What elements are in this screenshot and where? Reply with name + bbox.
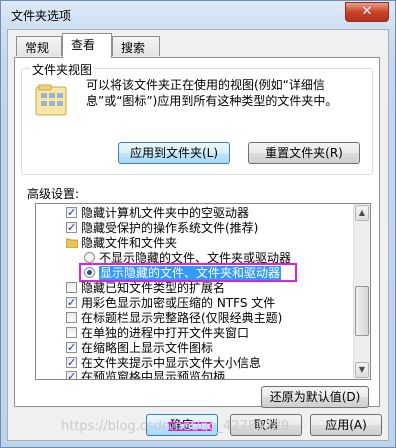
list-item-label: 在单独的进程中打开文件夹窗口 <box>81 326 250 340</box>
window-title: 文件夹选项 <box>11 9 72 23</box>
list-item-label: 用彩色显示加密或压缩的 NTFS 文件 <box>81 296 276 310</box>
checkbox[interactable] <box>66 340 77 355</box>
scroll-down-icon[interactable]: ▼ <box>355 362 369 378</box>
list-item-label: 在文件夹提示中显示文件大小信息 <box>81 356 262 370</box>
apply-button[interactable]: 应用(A) <box>310 414 382 436</box>
checkbox[interactable] <box>66 205 77 220</box>
folder-icon <box>66 238 78 248</box>
watermark-text: https://blog.csdn.net/qq_42780289 <box>61 419 290 434</box>
checkbox[interactable] <box>66 220 77 235</box>
list-item-label: 在预览窗格中显示预览句柄 <box>81 370 226 380</box>
view-tab-panel: 文件夹视图 可以将该文件夹正在使用的视图(例如“详细信息”或“图标”)应用到所有… <box>14 57 380 408</box>
restore-defaults-button[interactable]: 还原为默认值(D) <box>261 386 369 408</box>
list-item-label: 隐藏文件和文件夹 <box>81 236 178 250</box>
checkbox[interactable] <box>66 282 77 293</box>
checkbox[interactable] <box>66 355 77 370</box>
folder-views-group: 文件夹视图 可以将该文件夹正在使用的视图(例如“详细信息”或“图标”)应用到所有… <box>21 61 373 175</box>
folder-view-icon <box>35 84 67 116</box>
folder-options-window: 文件夹选项 ✕ 常规 查看 搜索 文件夹视图 可以将该文件夹正在使用的视图(例如… <box>0 0 396 448</box>
checkbox[interactable] <box>66 312 77 323</box>
close-button[interactable]: ✕ <box>345 2 389 22</box>
scroll-up-icon[interactable]: ▲ <box>355 205 369 221</box>
apply-to-folders-button[interactable]: 应用到文件夹(L) <box>118 142 230 164</box>
radio-button[interactable] <box>84 252 95 263</box>
annotation-highlight-box <box>79 263 297 282</box>
folder-views-description: 可以将该文件夹正在使用的视图(例如“详细信息”或“图标”)应用到所有这种类型的文… <box>86 78 338 108</box>
list-item-label: 隐藏已知文件类型的扩展名 <box>81 281 226 295</box>
scrollbar-thumb[interactable] <box>355 286 369 336</box>
checkbox[interactable] <box>66 369 77 379</box>
list-item-label: 在缩略图上显示文件图标 <box>81 341 214 355</box>
advanced-settings-label: 高级设置: <box>27 187 80 201</box>
checkbox[interactable] <box>66 295 77 310</box>
tab-general[interactable]: 常规 <box>16 36 62 56</box>
title-bar: 文件夹选项 ✕ <box>1 1 395 29</box>
dialog-body: 常规 查看 搜索 文件夹视图 可以将该文件夹正在使用的视图(例如“详细信息”或“… <box>7 29 389 441</box>
advanced-settings-list[interactable]: 隐藏计算机文件夹中的空驱动器 隐藏受保护的操作系统文件(推荐) 隐藏文件和文件夹… <box>35 203 371 380</box>
folder-views-title: 文件夹视图 <box>30 61 95 78</box>
list-item-label: 隐藏受保护的操作系统文件(推荐) <box>81 221 259 235</box>
tab-search[interactable]: 搜索 <box>112 36 160 56</box>
reset-folders-button[interactable]: 重置文件夹(R) <box>248 142 360 164</box>
vertical-scrollbar[interactable]: ▲ ▼ <box>353 204 370 379</box>
tab-view[interactable]: 查看 <box>62 33 112 58</box>
checkbox[interactable] <box>66 327 77 338</box>
list-item-label: 在标题栏显示完整路径(仅限经典主题) <box>81 311 283 325</box>
close-icon: ✕ <box>361 4 373 19</box>
list-item-label: 隐藏计算机文件夹中的空驱动器 <box>81 206 250 220</box>
